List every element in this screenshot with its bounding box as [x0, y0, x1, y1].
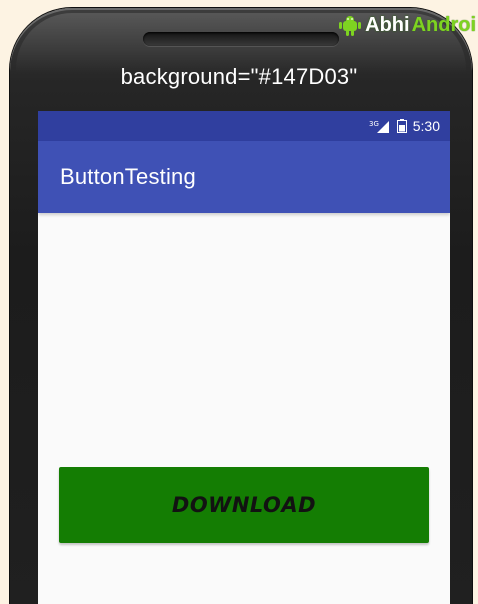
watermark-logo: Abhi Androi	[337, 12, 476, 38]
android-robot-icon	[339, 16, 362, 36]
signal-icon: 3G	[369, 120, 389, 133]
main-content: DOWNLOAD	[38, 213, 450, 604]
app-title: ButtonTesting	[60, 164, 196, 189]
app-bar: ButtonTesting	[38, 141, 450, 213]
watermark-android-text: Androi	[411, 14, 476, 36]
watermark-abhi-text: Abhi	[365, 14, 410, 36]
stage: Abhi Androi background="#147D03" 3G 5:30 …	[0, 0, 478, 604]
network-type-label: 3G	[369, 120, 379, 128]
device-screen: 3G 5:30 ButtonTesting DOWNLOAD	[38, 111, 450, 604]
clock: 5:30	[412, 118, 440, 134]
caption-label: background="#147D03"	[120, 64, 358, 89]
speaker-grille	[143, 32, 339, 46]
status-bar: 3G 5:30	[38, 111, 450, 141]
battery-icon	[396, 119, 407, 133]
download-button[interactable]: DOWNLOAD	[59, 467, 429, 543]
